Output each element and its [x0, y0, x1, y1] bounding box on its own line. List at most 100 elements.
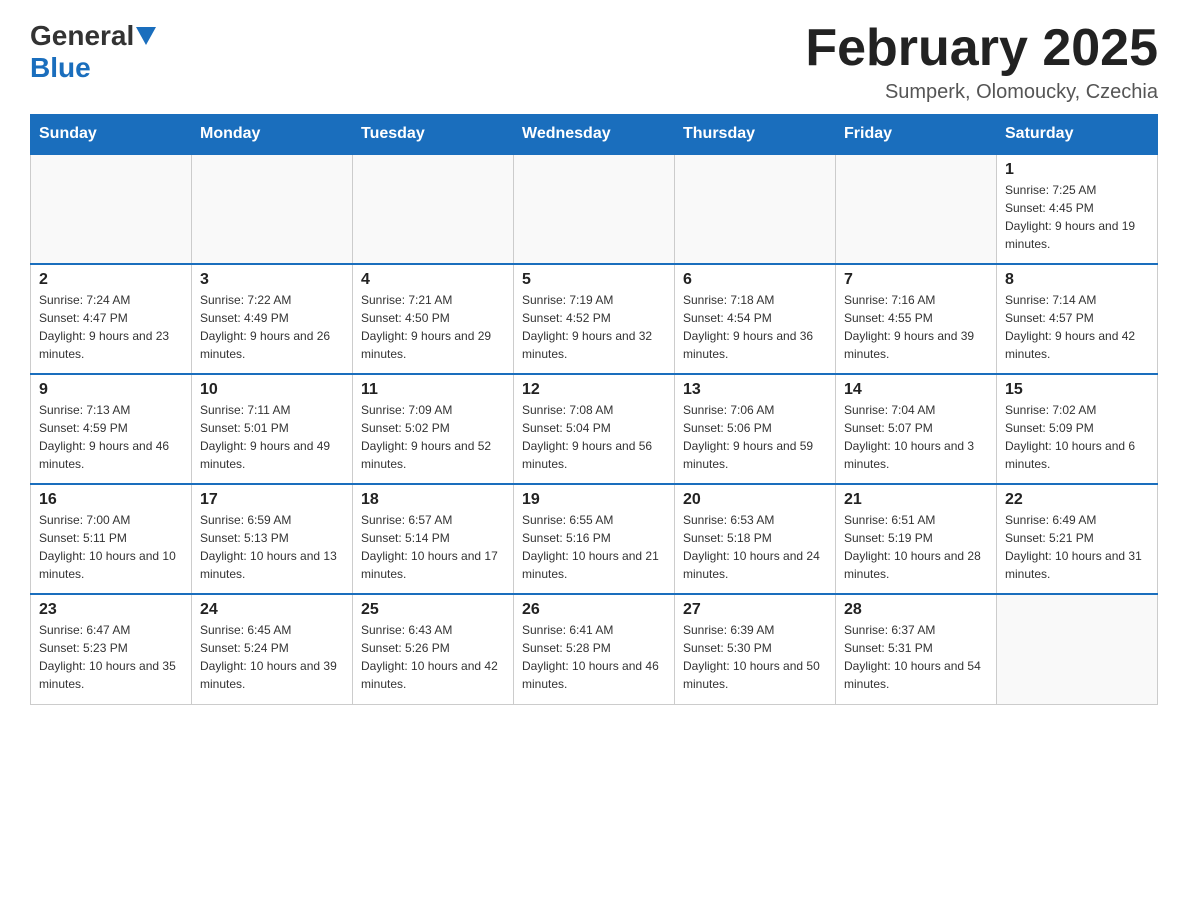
- day-number: 23: [39, 601, 183, 619]
- calendar-cell: 27 Sunrise: 6:39 AM Sunset: 5:30 PM Dayli…: [675, 594, 836, 704]
- weekday-header-wednesday: Wednesday: [514, 115, 675, 155]
- day-info: Sunrise: 6:53 AM Sunset: 5:18 PM Dayligh…: [683, 511, 827, 583]
- calendar-cell: 20 Sunrise: 6:53 AM Sunset: 5:18 PM Dayli…: [675, 484, 836, 594]
- calendar-header-row: SundayMondayTuesdayWednesdayThursdayFrid…: [31, 115, 1158, 155]
- calendar-week-row: 2Sunrise: 7:24 AM Sunset: 4:47 PM Daylig…: [31, 264, 1158, 374]
- day-number: 5: [522, 271, 666, 289]
- calendar-cell: 3 Sunrise: 7:22 AM Sunset: 4:49 PM Daylig…: [192, 264, 353, 374]
- calendar-cell: [836, 154, 997, 264]
- weekday-header-thursday: Thursday: [675, 115, 836, 155]
- day-number: 21: [844, 491, 988, 509]
- day-info: Sunrise: 6:39 AM Sunset: 5:30 PM Dayligh…: [683, 621, 827, 693]
- calendar-cell: 28Sunrise: 6:37 AM Sunset: 5:31 PM Dayli…: [836, 594, 997, 704]
- calendar-cell: 13 Sunrise: 7:06 AM Sunset: 5:06 PM Dayli…: [675, 374, 836, 484]
- calendar-cell: 11 Sunrise: 7:09 AM Sunset: 5:02 PM Dayli…: [353, 374, 514, 484]
- calendar-week-row: 23 Sunrise: 6:47 AM Sunset: 5:23 PM Dayli…: [31, 594, 1158, 704]
- day-info: Sunrise: 6:49 AM Sunset: 5:21 PM Dayligh…: [1005, 511, 1149, 583]
- day-info: Sunrise: 7:00 AM Sunset: 5:11 PM Dayligh…: [39, 511, 183, 583]
- weekday-header-saturday: Saturday: [997, 115, 1158, 155]
- calendar-cell: 21 Sunrise: 6:51 AM Sunset: 5:19 PM Dayli…: [836, 484, 997, 594]
- logo-triangle-icon: [136, 27, 156, 45]
- day-number: 17: [200, 491, 344, 509]
- day-info: Sunrise: 6:45 AM Sunset: 5:24 PM Dayligh…: [200, 621, 344, 693]
- calendar-cell: [675, 154, 836, 264]
- day-number: 20: [683, 491, 827, 509]
- calendar-cell: 25 Sunrise: 6:43 AM Sunset: 5:26 PM Dayli…: [353, 594, 514, 704]
- day-info: Sunrise: 7:21 AM Sunset: 4:50 PM Dayligh…: [361, 291, 505, 363]
- calendar-cell: 6 Sunrise: 7:18 AM Sunset: 4:54 PM Daylig…: [675, 264, 836, 374]
- day-info: Sunrise: 7:14 AM Sunset: 4:57 PM Dayligh…: [1005, 291, 1149, 363]
- day-number: 12: [522, 381, 666, 399]
- day-number: 10: [200, 381, 344, 399]
- month-title: February 2025: [805, 20, 1158, 77]
- day-number: 15: [1005, 381, 1149, 399]
- day-number: 13: [683, 381, 827, 399]
- day-number: 9: [39, 381, 183, 399]
- calendar-cell: 26Sunrise: 6:41 AM Sunset: 5:28 PM Dayli…: [514, 594, 675, 704]
- day-number: 7: [844, 271, 988, 289]
- day-info: Sunrise: 7:04 AM Sunset: 5:07 PM Dayligh…: [844, 401, 988, 473]
- day-info: Sunrise: 7:02 AM Sunset: 5:09 PM Dayligh…: [1005, 401, 1149, 473]
- day-number: 22: [1005, 491, 1149, 509]
- logo: General Blue: [30, 20, 158, 84]
- calendar-cell: 2Sunrise: 7:24 AM Sunset: 4:47 PM Daylig…: [31, 264, 192, 374]
- day-number: 18: [361, 491, 505, 509]
- calendar-cell: 10 Sunrise: 7:11 AM Sunset: 5:01 PM Dayli…: [192, 374, 353, 484]
- day-info: Sunrise: 7:18 AM Sunset: 4:54 PM Dayligh…: [683, 291, 827, 363]
- calendar-cell: 23 Sunrise: 6:47 AM Sunset: 5:23 PM Dayli…: [31, 594, 192, 704]
- calendar-cell: 4 Sunrise: 7:21 AM Sunset: 4:50 PM Daylig…: [353, 264, 514, 374]
- day-info: Sunrise: 7:22 AM Sunset: 4:49 PM Dayligh…: [200, 291, 344, 363]
- day-info: Sunrise: 6:47 AM Sunset: 5:23 PM Dayligh…: [39, 621, 183, 693]
- day-number: 26: [522, 601, 666, 619]
- day-number: 11: [361, 381, 505, 399]
- weekday-header-monday: Monday: [192, 115, 353, 155]
- calendar-cell: 22 Sunrise: 6:49 AM Sunset: 5:21 PM Dayli…: [997, 484, 1158, 594]
- calendar-cell: [997, 594, 1158, 704]
- page-header: General Blue February 2025 Sumperk, Olom…: [30, 20, 1158, 104]
- weekday-header-sunday: Sunday: [31, 115, 192, 155]
- day-number: 25: [361, 601, 505, 619]
- calendar-cell: [514, 154, 675, 264]
- calendar-cell: 15 Sunrise: 7:02 AM Sunset: 5:09 PM Dayli…: [997, 374, 1158, 484]
- weekday-header-tuesday: Tuesday: [353, 115, 514, 155]
- calendar-cell: [353, 154, 514, 264]
- calendar-cell: 19Sunrise: 6:55 AM Sunset: 5:16 PM Dayli…: [514, 484, 675, 594]
- day-info: Sunrise: 7:08 AM Sunset: 5:04 PM Dayligh…: [522, 401, 666, 473]
- weekday-header-friday: Friday: [836, 115, 997, 155]
- title-block: February 2025 Sumperk, Olomoucky, Czechi…: [805, 20, 1158, 104]
- calendar-cell: 7 Sunrise: 7:16 AM Sunset: 4:55 PM Daylig…: [836, 264, 997, 374]
- calendar-cell: 16Sunrise: 7:00 AM Sunset: 5:11 PM Dayli…: [31, 484, 192, 594]
- day-number: 14: [844, 381, 988, 399]
- day-number: 4: [361, 271, 505, 289]
- day-number: 27: [683, 601, 827, 619]
- day-info: Sunrise: 7:09 AM Sunset: 5:02 PM Dayligh…: [361, 401, 505, 473]
- calendar-table: SundayMondayTuesdayWednesdayThursdayFrid…: [30, 114, 1158, 705]
- calendar-cell: 9Sunrise: 7:13 AM Sunset: 4:59 PM Daylig…: [31, 374, 192, 484]
- calendar-week-row: 1Sunrise: 7:25 AM Sunset: 4:45 PM Daylig…: [31, 154, 1158, 264]
- day-number: 6: [683, 271, 827, 289]
- calendar-cell: 14 Sunrise: 7:04 AM Sunset: 5:07 PM Dayli…: [836, 374, 997, 484]
- day-info: Sunrise: 6:43 AM Sunset: 5:26 PM Dayligh…: [361, 621, 505, 693]
- day-info: Sunrise: 7:19 AM Sunset: 4:52 PM Dayligh…: [522, 291, 666, 363]
- calendar-cell: 8 Sunrise: 7:14 AM Sunset: 4:57 PM Daylig…: [997, 264, 1158, 374]
- day-info: Sunrise: 6:59 AM Sunset: 5:13 PM Dayligh…: [200, 511, 344, 583]
- calendar-cell: 5 Sunrise: 7:19 AM Sunset: 4:52 PM Daylig…: [514, 264, 675, 374]
- day-info: Sunrise: 7:25 AM Sunset: 4:45 PM Dayligh…: [1005, 181, 1149, 253]
- day-number: 2: [39, 271, 183, 289]
- day-number: 3: [200, 271, 344, 289]
- calendar-cell: 12 Sunrise: 7:08 AM Sunset: 5:04 PM Dayli…: [514, 374, 675, 484]
- logo-general-text: General: [30, 20, 134, 52]
- day-info: Sunrise: 7:16 AM Sunset: 4:55 PM Dayligh…: [844, 291, 988, 363]
- day-info: Sunrise: 6:51 AM Sunset: 5:19 PM Dayligh…: [844, 511, 988, 583]
- calendar-week-row: 16Sunrise: 7:00 AM Sunset: 5:11 PM Dayli…: [31, 484, 1158, 594]
- calendar-week-row: 9Sunrise: 7:13 AM Sunset: 4:59 PM Daylig…: [31, 374, 1158, 484]
- calendar-cell: 18 Sunrise: 6:57 AM Sunset: 5:14 PM Dayli…: [353, 484, 514, 594]
- logo-blue-text: Blue: [30, 52, 91, 83]
- calendar-cell: [31, 154, 192, 264]
- day-info: Sunrise: 7:11 AM Sunset: 5:01 PM Dayligh…: [200, 401, 344, 473]
- day-info: Sunrise: 7:06 AM Sunset: 5:06 PM Dayligh…: [683, 401, 827, 473]
- calendar-cell: 24Sunrise: 6:45 AM Sunset: 5:24 PM Dayli…: [192, 594, 353, 704]
- day-number: 8: [1005, 271, 1149, 289]
- day-number: 19: [522, 491, 666, 509]
- day-info: Sunrise: 6:57 AM Sunset: 5:14 PM Dayligh…: [361, 511, 505, 583]
